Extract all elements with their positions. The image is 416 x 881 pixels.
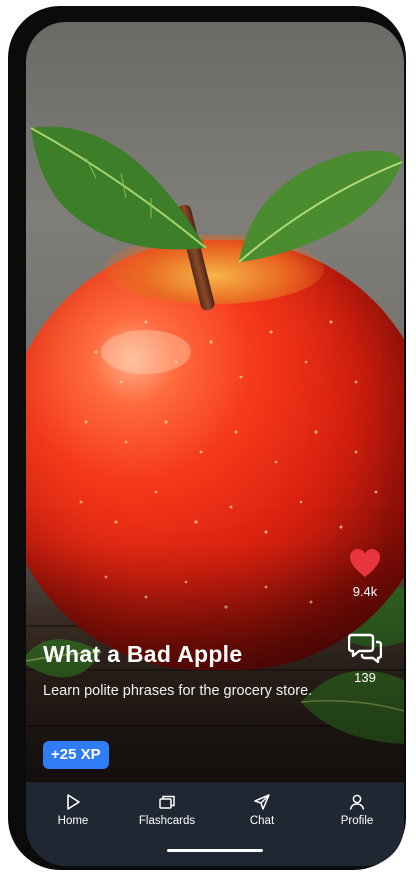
post-title: What a Bad Apple (43, 641, 243, 667)
nav-item-chat[interactable]: Chat (222, 793, 302, 827)
nav-item-flashcards[interactable]: Flashcards (127, 793, 207, 827)
chat-bubbles-icon (348, 633, 382, 664)
post-description: Learn polite phrases for the grocery sto… (43, 683, 313, 699)
user-icon (349, 794, 365, 810)
nav-label-home: Home (57, 815, 89, 827)
send-icon (254, 794, 270, 810)
home-indicator[interactable] (167, 849, 263, 852)
phone-frame: 9.4k 139 What a Bad Apple Learn polite p… (8, 6, 406, 870)
app-screen: 9.4k 139 What a Bad Apple Learn polite p… (26, 22, 404, 866)
xp-badge: +25 XP (43, 741, 109, 769)
nav-item-profile[interactable]: Profile (317, 793, 397, 827)
nav-item-home[interactable]: Home (33, 793, 113, 827)
like-button[interactable]: 9.4k (340, 548, 390, 599)
apple-leaf-left (30, 126, 207, 250)
comment-count: 139 (354, 670, 376, 685)
heart-icon (350, 549, 380, 577)
apple-leaf-right (238, 150, 403, 263)
nav-label-chat: Chat (249, 815, 275, 827)
like-count: 9.4k (352, 584, 378, 599)
play-icon (67, 794, 80, 810)
bottom-nav: Home Flashcards Chat Profile (26, 783, 404, 866)
nav-label-profile: Profile (340, 815, 374, 827)
nav-label-flashcards: Flashcards (138, 815, 196, 827)
comment-button[interactable]: 139 (340, 632, 390, 685)
cards-icon (159, 795, 175, 809)
